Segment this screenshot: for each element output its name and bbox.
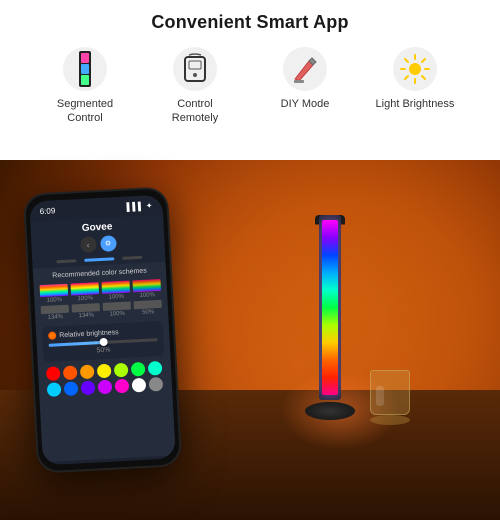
light-brightness-icon bbox=[399, 53, 431, 85]
brightness-pct: 50% bbox=[49, 344, 158, 357]
pct-3: 100% bbox=[102, 294, 130, 301]
color-block-2 bbox=[71, 282, 100, 295]
col-bar-1 bbox=[41, 305, 69, 314]
feature-label-diy: DIY Mode bbox=[281, 97, 330, 111]
color-columns: 100% 134% 100% 134% 100% bbox=[40, 279, 163, 321]
color-dot-violet[interactable] bbox=[98, 380, 113, 395]
brightness-label-text: Relative brightness bbox=[59, 329, 119, 339]
brightness-section: Relative brightness 50% bbox=[42, 321, 165, 362]
brightness-dot-icon bbox=[48, 331, 56, 339]
phone-tab-2[interactable] bbox=[84, 257, 114, 262]
color-block-4 bbox=[132, 279, 161, 292]
light-brightness-icon-wrapper bbox=[393, 47, 437, 91]
color-col-2: 100% 134% bbox=[71, 282, 101, 319]
col-bar-3 bbox=[103, 301, 131, 310]
phone: 6:09 ▌▌▌ ✦ Govee ‹ ⚙ bbox=[23, 186, 182, 473]
feature-label-segmented: Segmented Control bbox=[45, 97, 125, 126]
phone-content-area: Recommended color schemes 100% 134% 100% bbox=[33, 262, 176, 463]
color-block-3 bbox=[101, 281, 130, 294]
cup-saucer bbox=[370, 415, 410, 425]
diy-mode-icon bbox=[289, 53, 321, 85]
color-dot-blue[interactable] bbox=[64, 381, 79, 396]
color-dot-orange-red[interactable] bbox=[63, 365, 78, 380]
features-row: Segmented Control Control Remotely bbox=[10, 47, 490, 126]
phone-tab-3[interactable] bbox=[122, 256, 142, 260]
phone-signal: ▌▌▌ ✦ bbox=[126, 201, 152, 211]
phone-tab-1[interactable] bbox=[56, 259, 76, 263]
diy-mode-icon-wrapper bbox=[283, 47, 327, 91]
top-section: Convenient Smart App Segmented Control bbox=[0, 0, 500, 160]
feature-label-remotely: Control Remotely bbox=[155, 97, 235, 126]
color-dot-orange[interactable] bbox=[80, 365, 95, 380]
feature-control-remotely: Control Remotely bbox=[155, 47, 235, 126]
color-dot-yellow-green[interactable] bbox=[114, 363, 129, 378]
color-dot-green[interactable] bbox=[131, 362, 146, 377]
cup-body bbox=[370, 370, 410, 415]
pct-3b: 100% bbox=[103, 310, 131, 317]
control-remotely-icon-wrapper bbox=[173, 47, 217, 91]
color-dot-teal[interactable] bbox=[148, 361, 163, 376]
color-dot-cyan[interactable] bbox=[47, 382, 62, 397]
color-dot-yellow[interactable] bbox=[97, 364, 112, 379]
lamp bbox=[305, 215, 355, 435]
scene: 6:09 ▌▌▌ ✦ Govee ‹ ⚙ bbox=[0, 160, 500, 520]
color-dot-gray[interactable] bbox=[149, 377, 164, 392]
lamp-light-strip bbox=[322, 220, 338, 395]
pct-4: 100% bbox=[133, 292, 161, 299]
pct-2b: 134% bbox=[72, 312, 100, 319]
brightness-fill bbox=[49, 341, 104, 347]
color-dot-white[interactable] bbox=[132, 378, 147, 393]
lamp-body bbox=[315, 215, 345, 405]
color-dot-purple[interactable] bbox=[81, 380, 96, 395]
brightness-thumb[interactable] bbox=[99, 338, 107, 346]
color-block-1 bbox=[40, 284, 69, 297]
segmented-control-icon-wrapper bbox=[63, 47, 107, 91]
color-dot-red[interactable] bbox=[46, 366, 61, 381]
back-icon[interactable]: ‹ bbox=[86, 240, 89, 249]
segmented-control-icon bbox=[71, 51, 99, 87]
feature-label-brightness: Light Brightness bbox=[376, 97, 455, 111]
color-col-3: 100% 100% bbox=[101, 281, 131, 318]
phone-screen: 6:09 ▌▌▌ ✦ Govee ‹ ⚙ bbox=[29, 195, 176, 466]
col-bar-2 bbox=[72, 303, 100, 312]
phone-header: Govee ‹ ⚙ bbox=[30, 215, 165, 262]
pct-2: 100% bbox=[71, 295, 99, 302]
feature-light-brightness: Light Brightness bbox=[375, 47, 455, 126]
color-col-4: 100% 50% bbox=[132, 279, 162, 316]
control-remotely-icon bbox=[179, 53, 211, 85]
pct-1: 100% bbox=[40, 297, 68, 304]
headline: Convenient Smart App bbox=[151, 12, 348, 33]
phone-time: 6:09 bbox=[39, 206, 55, 216]
lamp-frame bbox=[319, 215, 341, 400]
color-dot-pink[interactable] bbox=[115, 379, 130, 394]
feature-segmented-control: Segmented Control bbox=[45, 47, 125, 126]
background: Convenient Smart App Segmented Control bbox=[0, 0, 500, 520]
phone-section-title: Recommended color schemes bbox=[39, 267, 160, 280]
color-col-1: 100% 134% bbox=[40, 284, 70, 321]
pct-4b: 50% bbox=[134, 309, 162, 316]
col-bar-4 bbox=[134, 300, 162, 309]
cup bbox=[370, 370, 410, 425]
settings-icon[interactable]: ⚙ bbox=[105, 239, 112, 247]
feature-diy-mode: DIY Mode bbox=[265, 47, 345, 126]
color-grid bbox=[44, 361, 166, 397]
pct-1b: 134% bbox=[41, 314, 69, 321]
